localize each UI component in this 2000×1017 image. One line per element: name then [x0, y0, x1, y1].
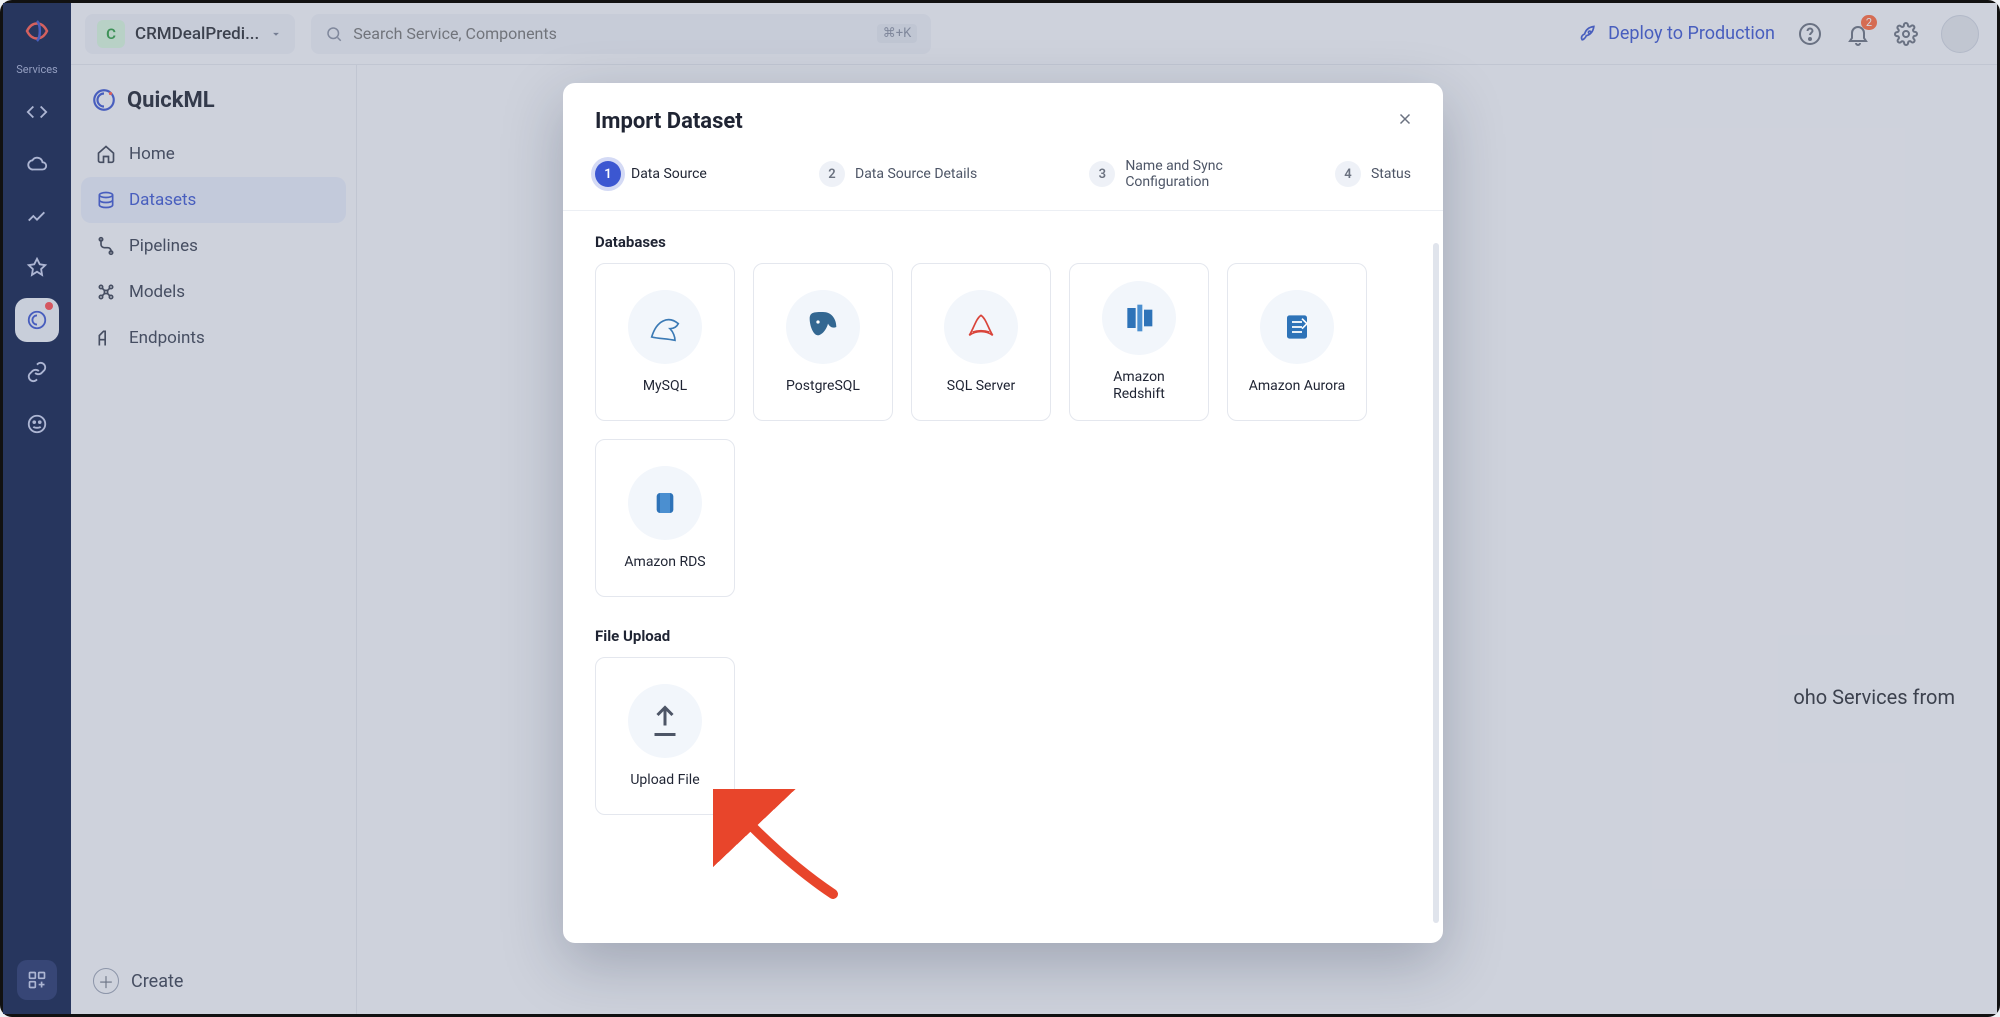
step-1[interactable]: 1 Data Source — [595, 161, 707, 187]
mysql-icon — [628, 290, 702, 364]
step-2[interactable]: 2 Data Source Details — [819, 161, 977, 187]
fileupload-cards: Upload File — [595, 657, 1411, 815]
modal-stepper: 1 Data Source 2 Data Source Details 3 Na… — [563, 134, 1443, 211]
rds-icon — [628, 466, 702, 540]
postgresql-icon — [786, 290, 860, 364]
step-number: 1 — [595, 161, 621, 187]
import-dataset-modal: Import Dataset 1 Data Source 2 Data Sour… — [563, 83, 1443, 943]
datasource-label: PostgreSQL — [786, 378, 860, 395]
section-heading-databases: Databases — [595, 233, 1411, 251]
datasource-label: Amazon RDS — [624, 554, 705, 571]
datasource-redshift[interactable]: AmazonRedshift — [1069, 263, 1209, 421]
step-4[interactable]: 4 Status — [1335, 161, 1411, 187]
modal-header: Import Dataset — [563, 83, 1443, 134]
datasource-label: Upload File — [630, 772, 699, 789]
datasource-label: AmazonRedshift — [1113, 369, 1165, 403]
section-heading-fileupload: File Upload — [595, 627, 1411, 645]
modal-title: Import Dataset — [595, 109, 1411, 134]
step-number: 4 — [1335, 161, 1361, 187]
step-number: 2 — [819, 161, 845, 187]
step-3[interactable]: 3 Name and SyncConfiguration — [1089, 158, 1223, 190]
modal-body: Databases MySQL PostgreSQL SQL Server — [563, 211, 1443, 943]
step-label: Status — [1371, 166, 1411, 182]
step-label: Data Source Details — [855, 166, 977, 182]
datasource-upload-file[interactable]: Upload File — [595, 657, 735, 815]
redshift-icon — [1102, 281, 1176, 355]
datasource-label: SQL Server — [947, 378, 1015, 395]
aurora-icon — [1260, 290, 1334, 364]
datasource-label: Amazon Aurora — [1249, 378, 1346, 395]
datasource-mysql[interactable]: MySQL — [595, 263, 735, 421]
upload-icon — [628, 684, 702, 758]
datasource-aurora[interactable]: Amazon Aurora — [1227, 263, 1367, 421]
datasource-postgresql[interactable]: PostgreSQL — [753, 263, 893, 421]
datasource-label: MySQL — [643, 378, 687, 395]
step-label: Name and SyncConfiguration — [1125, 158, 1223, 190]
step-label: Data Source — [631, 166, 707, 182]
modal-close-button[interactable] — [1391, 105, 1419, 133]
datasource-rds[interactable]: Amazon RDS — [595, 439, 735, 597]
datasource-sqlserver[interactable]: SQL Server — [911, 263, 1051, 421]
step-number: 3 — [1089, 161, 1115, 187]
database-cards: MySQL PostgreSQL SQL Server AmazonRedshi… — [595, 263, 1411, 597]
sqlserver-icon — [944, 290, 1018, 364]
